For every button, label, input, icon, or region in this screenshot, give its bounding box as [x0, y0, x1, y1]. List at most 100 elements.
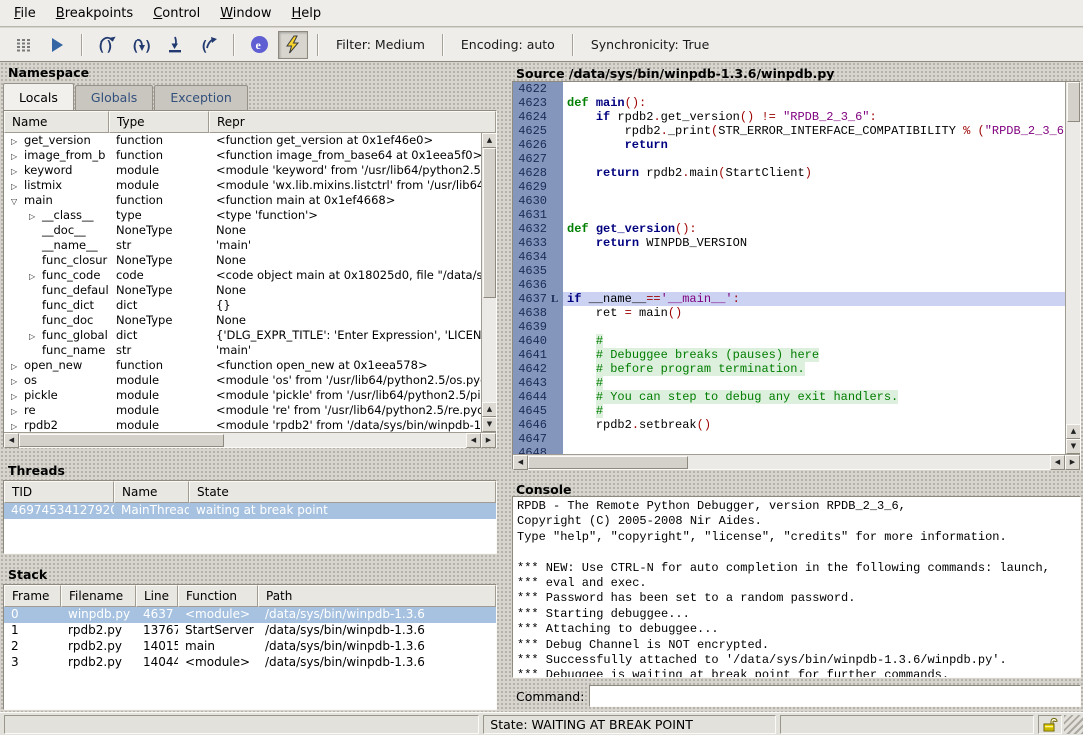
namespace-row[interactable]: ▷keywordmodule<module 'keyword' from '/u…: [4, 163, 481, 178]
source-line[interactable]: 4645 #: [513, 404, 1065, 418]
tree-expand-icon[interactable]: ▷: [29, 332, 42, 341]
tab-locals[interactable]: Locals: [3, 83, 74, 110]
source-console-splitter[interactable]: [512, 467, 1081, 480]
source-line[interactable]: 4644 # You can step to debug any exit ha…: [513, 390, 1065, 404]
source-line[interactable]: 4647: [513, 432, 1065, 446]
tree-expand-icon[interactable]: ▷: [11, 422, 24, 431]
scroll-up-icon[interactable]: ▲: [482, 133, 496, 148]
namespace-row[interactable]: ▷remodule<module 're' from '/usr/lib64/p…: [4, 403, 481, 418]
source-line[interactable]: 4640 #: [513, 334, 1065, 348]
source-line[interactable]: 4643 #: [513, 376, 1065, 390]
namespace-threads-splitter[interactable]: [0, 448, 497, 461]
tree-expand-icon[interactable]: ▷: [11, 182, 24, 191]
break-button[interactable]: [8, 31, 38, 59]
source-vertical-scrollbar[interactable]: ▲ ▼: [1065, 82, 1080, 454]
source-line[interactable]: 4625 rpdb2._print(STR_ERROR_INTERFACE_CO…: [513, 124, 1065, 138]
source-line[interactable]: 4641 # Debuggee breaks (pauses) here: [513, 348, 1065, 362]
source-line[interactable]: 4631: [513, 208, 1065, 222]
step-over-button[interactable]: (): [92, 31, 122, 59]
tree-expand-icon[interactable]: ▷: [11, 152, 24, 161]
scroll-down-icon[interactable]: ▼: [1066, 439, 1080, 454]
run-to-return-button[interactable]: [160, 31, 190, 59]
scroll-up-icon[interactable]: ▲: [1066, 424, 1080, 439]
source-line[interactable]: 4622: [513, 82, 1065, 96]
menu-item-help[interactable]: Help: [281, 1, 331, 26]
synchronicity-toggle-button[interactable]: [278, 31, 308, 59]
source-line[interactable]: 4634: [513, 250, 1065, 264]
tree-expand-icon[interactable]: ▷: [11, 167, 24, 176]
source-line[interactable]: 4630: [513, 194, 1065, 208]
scroll-right-icon[interactable]: ▶: [481, 433, 496, 448]
source-line[interactable]: 4624 if rpdb2.get_version() != "RPDB_2_3…: [513, 110, 1065, 124]
column-header-type[interactable]: Type: [109, 111, 209, 133]
column-header-repr[interactable]: Repr: [209, 111, 496, 133]
namespace-row[interactable]: func_namestr'main': [4, 343, 481, 358]
column-header-state[interactable]: State: [189, 481, 496, 503]
source-line[interactable]: 4635: [513, 264, 1065, 278]
namespace-row[interactable]: func_closurNoneTypeNone: [4, 253, 481, 268]
namespace-row[interactable]: ▷func_codecode<code object main at 0x180…: [4, 268, 481, 283]
namespace-row[interactable]: ▷picklemodule<module 'pickle' from '/usr…: [4, 388, 481, 403]
menu-item-file[interactable]: File: [4, 1, 46, 26]
source-line[interactable]: 4628 return rpdb2.main(StartClient): [513, 166, 1065, 180]
source-line[interactable]: 4633 return WINPDB_VERSION: [513, 236, 1065, 250]
column-header-path[interactable]: Path: [258, 585, 496, 607]
menu-item-breakpoints[interactable]: Breakpoints: [46, 1, 143, 26]
namespace-row[interactable]: ▷open_newfunction<function open_new at 0…: [4, 358, 481, 373]
column-header-name[interactable]: Name: [4, 111, 109, 133]
menu-item-control[interactable]: Control: [143, 1, 210, 26]
tab-exception[interactable]: Exception: [154, 85, 248, 110]
table-row[interactable]: 0winpdb.py4637<module>/data/sys/bin/winp…: [4, 607, 496, 623]
tree-expand-icon[interactable]: ▷: [29, 212, 42, 221]
namespace-row[interactable]: ▷image_from_bfunction<function image_fro…: [4, 148, 481, 163]
scroll-up-icon[interactable]: ▲: [482, 402, 496, 417]
namespace-row[interactable]: ▷func_globaldict{'DLG_EXPR_TITLE': 'Ente…: [4, 328, 481, 343]
resize-grip[interactable]: [1064, 715, 1083, 734]
main-vertical-splitter[interactable]: [497, 62, 512, 712]
column-header-frame[interactable]: Frame: [4, 585, 61, 607]
source-line[interactable]: 4642 # before program termination.: [513, 362, 1065, 376]
source-line[interactable]: 4646 rpdb2.setbreak(): [513, 418, 1065, 432]
source-line[interactable]: 4626 return: [513, 138, 1065, 152]
namespace-row[interactable]: func_docNoneTypeNone: [4, 313, 481, 328]
tree-expand-icon[interactable]: ▷: [29, 272, 42, 281]
tree-expand-icon[interactable]: ▷: [11, 362, 24, 371]
source-line[interactable]: 4627: [513, 152, 1065, 166]
namespace-row[interactable]: ▷rpdb2module<module 'rpdb2' from '/data/…: [4, 418, 481, 432]
tree-expand-icon[interactable]: ▷: [11, 392, 24, 401]
tree-expand-icon[interactable]: ▷: [11, 137, 24, 146]
table-row[interactable]: 2rpdb2.py14015main/data/sys/bin/winpdb-1…: [4, 639, 496, 655]
menu-item-window[interactable]: Window: [210, 1, 281, 26]
namespace-row[interactable]: ▷__class__type<type 'function'>: [4, 208, 481, 223]
console-output[interactable]: RPDB - The Remote Python Debugger, versi…: [512, 496, 1081, 678]
namespace-horizontal-scrollbar[interactable]: ◀ ◀ ▶: [4, 432, 496, 447]
source-line[interactable]: 4638 ret = main(): [513, 306, 1065, 320]
column-header-line[interactable]: Line: [136, 585, 178, 607]
scroll-left-icon[interactable]: ◀: [4, 433, 19, 448]
source-line[interactable]: 4629: [513, 180, 1065, 194]
scrollbar-thumb[interactable]: [1067, 82, 1080, 122]
source-line[interactable]: 4636: [513, 278, 1065, 292]
tab-globals[interactable]: Globals: [75, 85, 153, 110]
encoding-toggle-button[interactable]: e: [244, 31, 274, 59]
scrollbar-thumb[interactable]: [19, 434, 224, 447]
go-button[interactable]: [42, 31, 72, 59]
scroll-down-icon[interactable]: ▼: [482, 417, 496, 432]
namespace-row[interactable]: __doc__NoneTypeNone: [4, 223, 481, 238]
namespace-row[interactable]: func_defaulNoneTypeNone: [4, 283, 481, 298]
threads-stack-splitter[interactable]: [0, 554, 497, 567]
namespace-row[interactable]: __name__str'main': [4, 238, 481, 253]
namespace-row[interactable]: func_dictdict{}: [4, 298, 481, 313]
column-header-tid[interactable]: TID: [4, 481, 114, 503]
scrollbar-thumb[interactable]: [483, 148, 496, 298]
command-input[interactable]: [589, 685, 1081, 707]
table-row[interactable]: 1rpdb2.py13767StartServer/data/sys/bin/w…: [4, 623, 496, 639]
table-row[interactable]: 46974534127920MainThreadwaiting at break…: [4, 503, 496, 519]
column-header-filename[interactable]: Filename: [61, 585, 136, 607]
tree-collapse-icon[interactable]: ▽: [11, 197, 24, 206]
goto-button[interactable]: (: [194, 31, 224, 59]
column-header-name[interactable]: Name: [114, 481, 189, 503]
source-line[interactable]: 4623def main():: [513, 96, 1065, 110]
namespace-row[interactable]: ▷get_versionfunction<function get_versio…: [4, 133, 481, 148]
tree-expand-icon[interactable]: ▷: [11, 407, 24, 416]
